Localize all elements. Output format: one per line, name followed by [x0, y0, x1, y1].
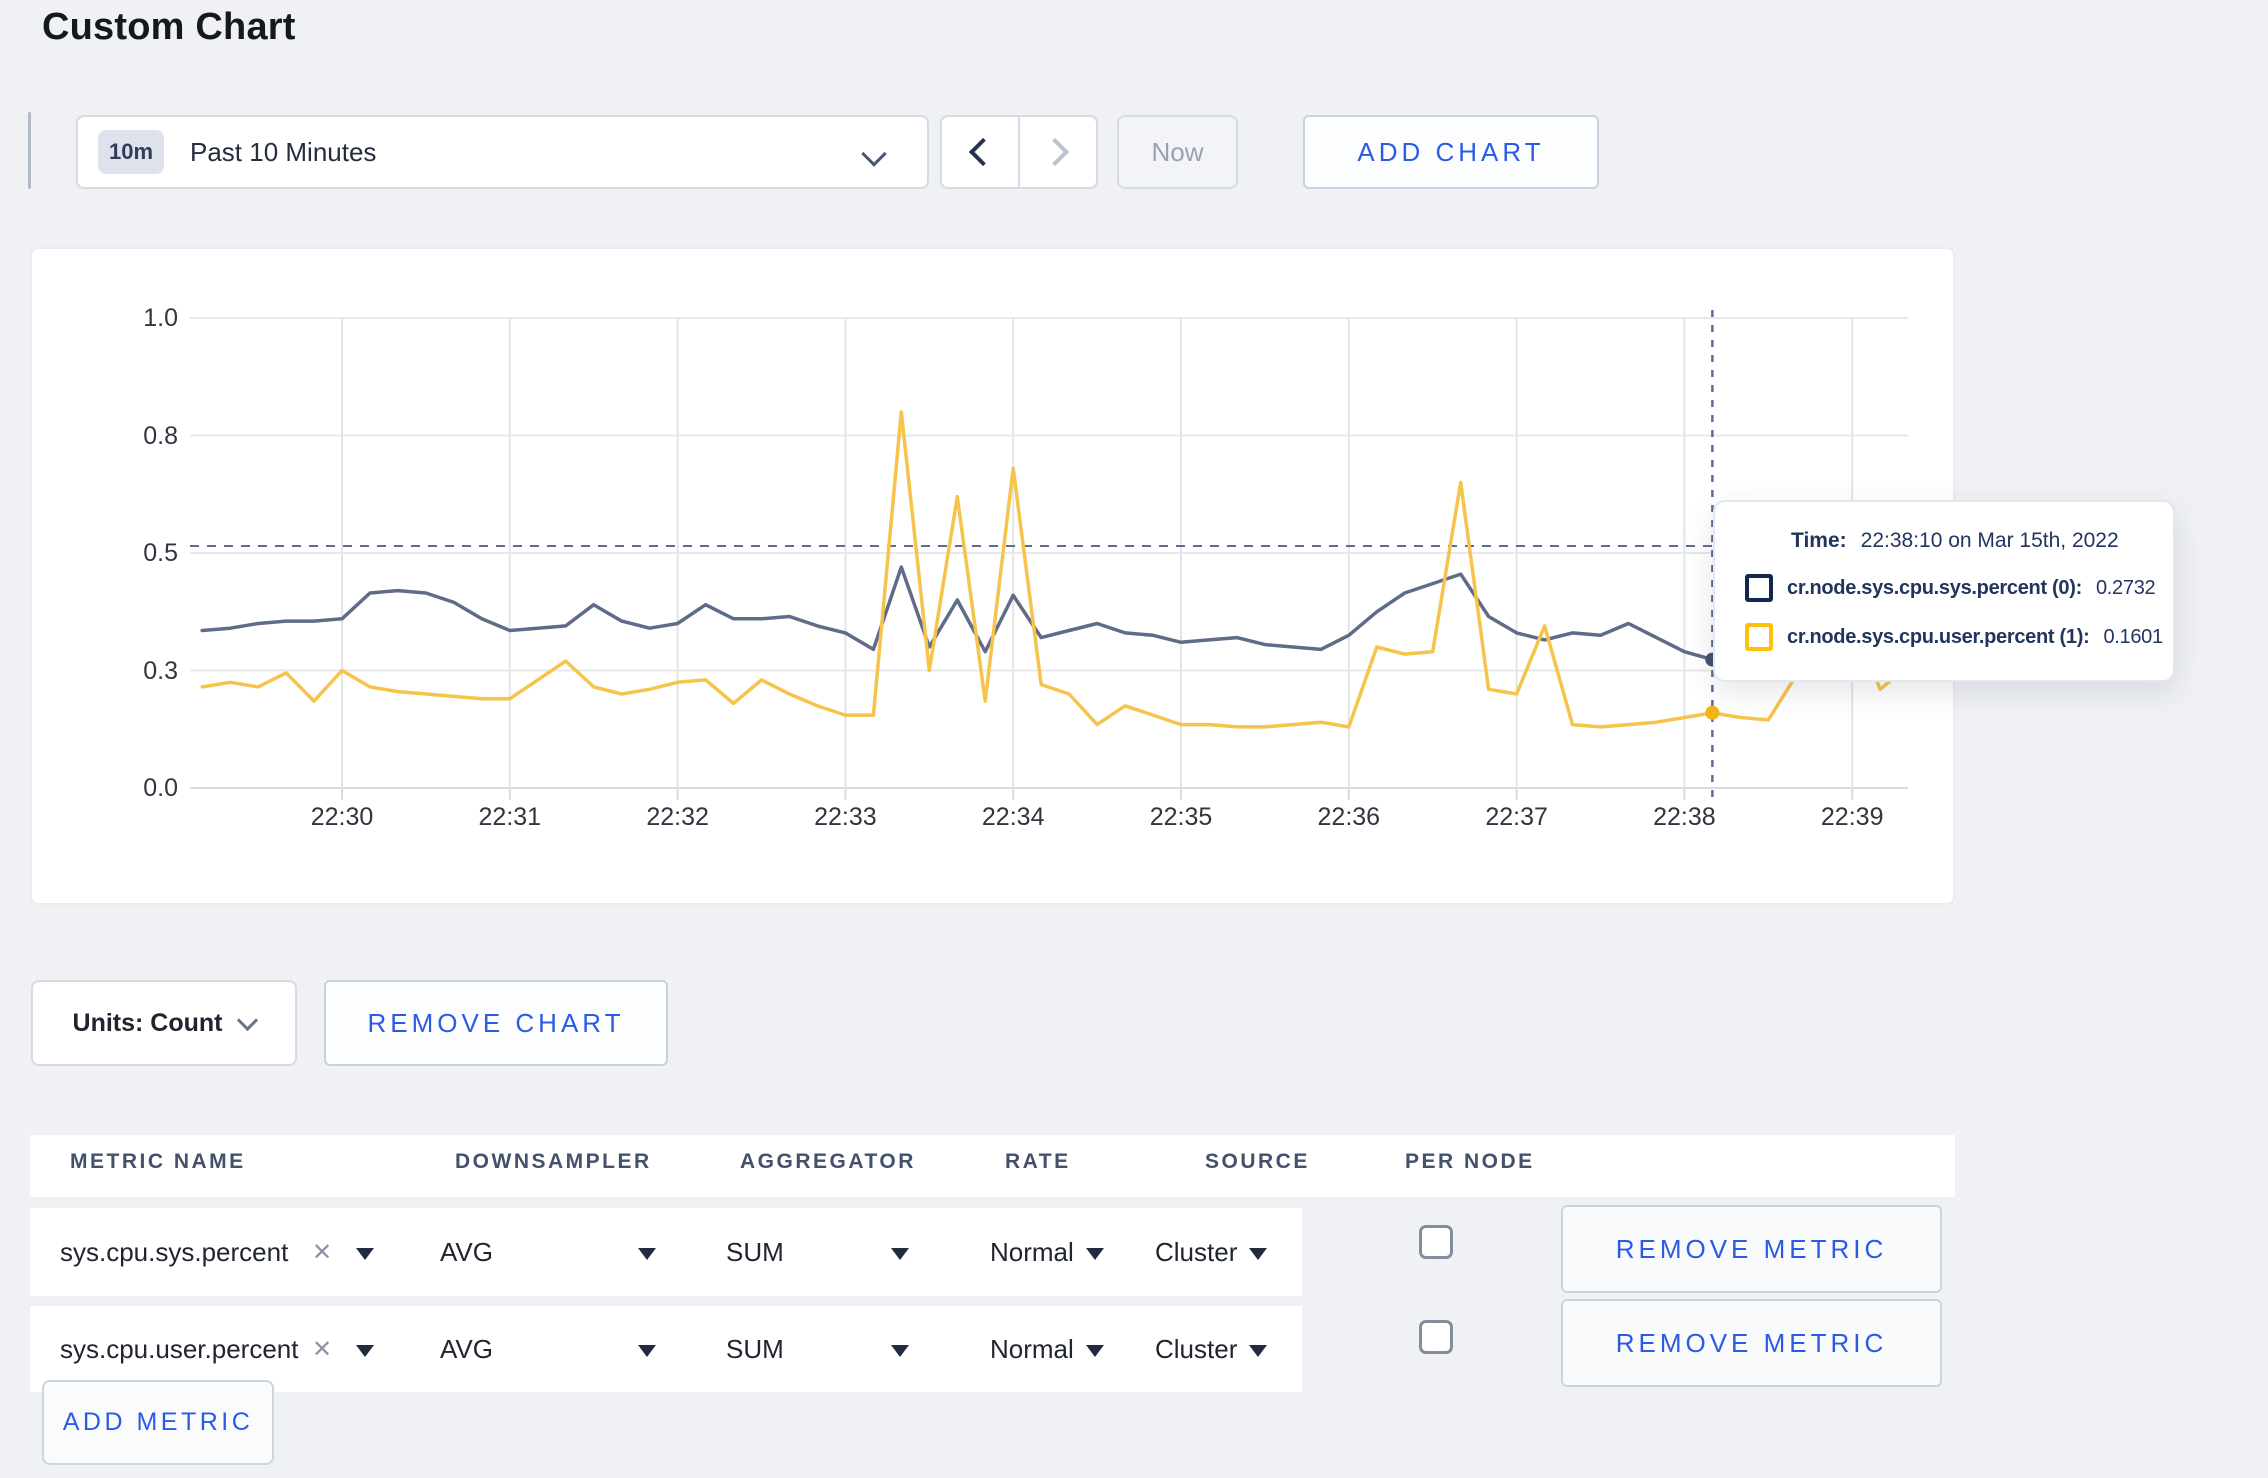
caret-down-icon — [356, 1248, 374, 1260]
y-axis-label: 0.0 — [143, 774, 178, 802]
caret-down-icon — [1249, 1345, 1268, 1357]
y-axis-label: 0.5 — [143, 539, 178, 567]
page-title: Custom Chart — [42, 6, 296, 48]
source-select[interactable]: Cluster — [1155, 1306, 1268, 1392]
time-nav-group — [940, 115, 1098, 189]
chevron-left-icon — [968, 137, 998, 167]
header-rate: RATE — [1005, 1150, 1071, 1173]
metric-name-select[interactable]: sys.cpu.sys.percent — [60, 1208, 288, 1296]
chart-tooltip: Time: 22:38:10 on Mar 15th, 2022 cr.node… — [1713, 500, 2175, 682]
left-accent-tick — [28, 112, 31, 189]
downsampler-select[interactable]: AVG — [440, 1306, 493, 1392]
caret-down-icon — [356, 1345, 374, 1357]
x-axis-label: 22:35 — [1149, 803, 1213, 831]
metric-remove-token-button[interactable]: ✕ — [312, 1208, 332, 1296]
remove-metric-button[interactable]: REMOVE METRIC — [1561, 1205, 1942, 1293]
caret-down-icon — [1085, 1248, 1104, 1260]
tooltip-time-value: 22:38:10 on Mar 15th, 2022 — [1860, 529, 2119, 552]
metric-remove-token-button[interactable]: ✕ — [312, 1306, 332, 1392]
units-label: Units: Count — [72, 1008, 223, 1037]
next-time-button[interactable] — [1020, 117, 1096, 187]
rate-select[interactable]: Normal — [990, 1306, 1104, 1392]
time-window-select[interactable]: 10m Past 10 Minutes — [76, 115, 929, 189]
remove-metric-button[interactable]: REMOVE METRIC — [1561, 1299, 1942, 1387]
downsampler-dropdown[interactable] — [638, 1208, 656, 1296]
caret-down-icon — [1249, 1248, 1268, 1260]
now-button[interactable]: Now — [1117, 115, 1238, 189]
aggregator-dropdown[interactable] — [891, 1306, 909, 1392]
close-icon: ✕ — [312, 1238, 333, 1266]
y-axis-label: 0.3 — [143, 656, 178, 685]
per-node-checkbox[interactable] — [1419, 1225, 1453, 1259]
time-window-badge: 10m — [98, 130, 164, 174]
caret-down-icon — [638, 1248, 656, 1260]
caret-down-icon — [891, 1345, 909, 1357]
tooltip-series-user-value: 0.1601 — [2103, 625, 2163, 648]
header-metric-name: METRIC NAME — [70, 1150, 246, 1173]
units-select[interactable]: Units: Count — [31, 980, 297, 1066]
time-window-label: Past 10 Minutes — [190, 136, 377, 167]
series-user-swatch-icon — [1745, 623, 1773, 651]
tooltip-series-sys-value: 0.2732 — [2095, 576, 2156, 599]
header-per-node: PER NODE — [1405, 1150, 1535, 1173]
chevron-right-icon — [1040, 137, 1070, 167]
y-axis-label: 1.0 — [143, 304, 178, 332]
aggregator-select[interactable]: SUM — [726, 1208, 784, 1296]
tooltip-series-user-label: cr.node.sys.cpu.user.percent (1): — [1787, 625, 2090, 648]
metric-name-dropdown[interactable] — [356, 1306, 374, 1392]
caret-down-icon — [891, 1248, 909, 1260]
tooltip-time-label: Time: — [1791, 529, 1847, 552]
close-icon: ✕ — [312, 1335, 333, 1363]
source-select[interactable]: Cluster — [1155, 1208, 1268, 1296]
rate-select[interactable]: Normal — [990, 1208, 1104, 1296]
header-aggregator: AGGREGATOR — [740, 1150, 916, 1173]
header-downsampler: DOWNSAMPLER — [455, 1150, 652, 1173]
x-axis-label: 22:33 — [814, 803, 877, 831]
chevron-down-icon — [237, 1009, 259, 1031]
tooltip-series-sys-label: cr.node.sys.cpu.sys.percent (0): — [1787, 576, 2082, 599]
add-metric-button[interactable]: ADD METRIC — [42, 1380, 274, 1465]
caret-down-icon — [1085, 1345, 1104, 1357]
x-axis-label: 22:30 — [310, 803, 374, 831]
x-axis-label: 22:36 — [1317, 803, 1381, 831]
header-source: SOURCE — [1205, 1150, 1310, 1173]
per-node-checkbox[interactable] — [1419, 1320, 1453, 1354]
metric-name-dropdown[interactable] — [356, 1208, 374, 1296]
aggregator-select[interactable]: SUM — [726, 1306, 784, 1392]
x-axis-label: 22:38 — [1653, 803, 1716, 831]
prev-time-button[interactable] — [942, 117, 1020, 187]
remove-chart-button[interactable]: REMOVE CHART — [324, 980, 668, 1066]
downsampler-select[interactable]: AVG — [440, 1208, 493, 1296]
x-axis-label: 22:39 — [1820, 803, 1884, 831]
add-chart-button[interactable]: ADD CHART — [1303, 115, 1599, 189]
chevron-down-icon — [861, 141, 887, 167]
y-axis-label: 0.8 — [143, 421, 178, 450]
aggregator-dropdown[interactable] — [891, 1208, 909, 1296]
caret-down-icon — [638, 1345, 656, 1357]
x-axis-label: 22:37 — [1485, 803, 1548, 831]
metrics-table-header — [30, 1135, 1955, 1197]
x-axis-label: 22:31 — [478, 803, 542, 831]
downsampler-dropdown[interactable] — [638, 1306, 656, 1392]
table-row: sys.cpu.sys.percent ✕ AVG SUM Normal Clu… — [30, 1208, 1302, 1296]
x-axis-label: 22:32 — [646, 803, 709, 831]
series-sys-swatch-icon — [1745, 574, 1773, 602]
x-axis-label: 22:34 — [981, 803, 1045, 831]
